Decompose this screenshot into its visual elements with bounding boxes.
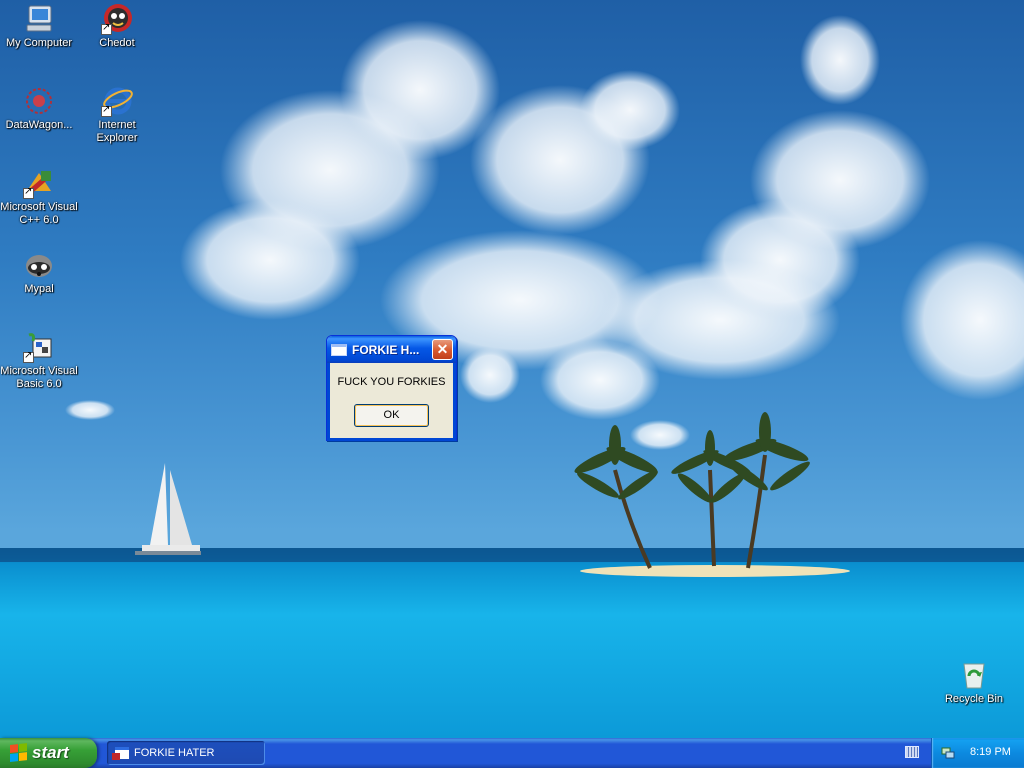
desktop-icon-label: Recycle Bin	[944, 693, 1004, 705]
chedot-icon	[101, 3, 133, 35]
desktop-icon-mypal[interactable]: Mypal	[0, 249, 78, 296]
datawagon-icon	[23, 85, 55, 117]
taskbar-item-label: FORKIE HATER	[134, 747, 215, 759]
ok-button[interactable]: OK	[354, 404, 429, 427]
shortcut-arrow-icon	[23, 350, 34, 363]
network-icon[interactable]	[941, 746, 955, 760]
keyboard-icon[interactable]	[905, 746, 919, 758]
close-button[interactable]: ✕	[432, 339, 453, 360]
desktop-icon-label: Chedot	[99, 37, 135, 49]
shortcut-arrow-icon	[23, 186, 34, 199]
windows-flag-icon	[10, 743, 28, 763]
desktop-icon-ms-visual-basic[interactable]: Microsoft Visual Basic 6.0	[0, 331, 78, 391]
desktop-icon-recycle-bin[interactable]: Recycle Bin	[935, 659, 1013, 706]
window-icon	[331, 343, 347, 356]
clock[interactable]: 8:19 PM	[970, 746, 1011, 758]
recycle-bin-icon	[958, 659, 990, 691]
desktop-icon-label: Internet Explorer	[96, 119, 138, 144]
dialog-message: FUCK YOU FORKIES	[337, 376, 446, 388]
visual-basic-icon	[23, 331, 55, 363]
desktop-icon-label: Microsoft Visual Basic 6.0	[0, 365, 78, 390]
internet-explorer-icon	[101, 85, 133, 117]
shortcut-arrow-icon	[101, 104, 112, 117]
desktop-icon-label: Mypal	[24, 283, 54, 295]
start-label: start	[32, 743, 69, 762]
taskbar-item-forkie-hater[interactable]: FORKIE HATER	[107, 741, 265, 765]
computer-icon	[23, 3, 55, 35]
start-button[interactable]: start	[0, 738, 97, 768]
system-tray: 8:19 PM	[931, 738, 1024, 768]
message-dialog[interactable]: FORKIE H... ✕ FUCK YOU FORKIES OK	[326, 335, 457, 441]
dialog-body: FUCK YOU FORKIES OK	[327, 363, 456, 441]
dialog-title: FORKIE H...	[352, 342, 420, 357]
desktop-icon-label: My Computer	[5, 37, 73, 49]
desktop-icon-my-computer[interactable]: My Computer	[0, 3, 78, 50]
desktop-icon-chedot[interactable]: Chedot	[78, 3, 156, 50]
desktop-icon-datawagon[interactable]: DataWagon...	[0, 85, 78, 132]
mypal-raccoon-icon	[23, 249, 55, 281]
desktop[interactable]: My Computer Chedot DataWagon... Internet…	[0, 0, 1024, 738]
shortcut-arrow-icon	[101, 22, 112, 35]
desktop-icon-ms-visual-cpp[interactable]: Microsoft Visual C++ 6.0	[0, 167, 78, 227]
visual-cpp-icon	[23, 167, 55, 199]
app-window-icon	[112, 747, 129, 760]
desktop-icon-label: Microsoft Visual C++ 6.0	[0, 201, 78, 226]
dialog-titlebar[interactable]: FORKIE H... ✕	[327, 336, 456, 363]
desktop-icon-internet-explorer[interactable]: Internet Explorer	[78, 85, 156, 145]
desktop-icon-label: DataWagon...	[5, 119, 73, 131]
taskbar: start FORKIE HATER 8:19 PM	[0, 738, 1024, 768]
